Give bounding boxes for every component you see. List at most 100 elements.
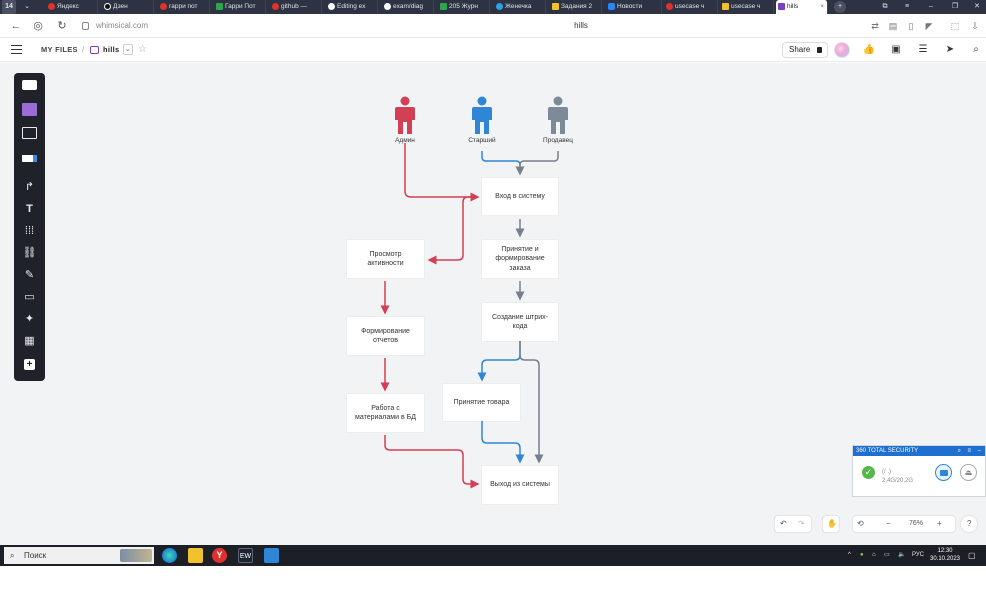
node-db-work[interactable]: Работа с материалами в БД bbox=[347, 394, 424, 432]
tab-list-icon[interactable]: ⧉ bbox=[878, 0, 892, 14]
menu-icon[interactable]: ≡ bbox=[967, 446, 971, 456]
thumbs-up-icon[interactable]: 👍 bbox=[861, 42, 877, 58]
zoom-level[interactable]: 76% bbox=[905, 516, 927, 532]
pen-icon[interactable]: ✎ bbox=[20, 267, 39, 283]
help-button[interactable]: ? bbox=[960, 515, 978, 533]
node-login[interactable]: Вход в систему bbox=[482, 178, 558, 215]
folder-icon[interactable] bbox=[935, 464, 952, 481]
node-view-activity[interactable]: Просмотр активности bbox=[347, 240, 424, 278]
shapes-icon[interactable] bbox=[20, 151, 39, 167]
edge-icon[interactable] bbox=[162, 548, 177, 563]
node-reports[interactable]: Формирование отчетов bbox=[347, 317, 424, 355]
app-icon[interactable] bbox=[264, 548, 279, 563]
actor-admin-icon[interactable] bbox=[393, 96, 417, 136]
reader-icon[interactable]: ▤ bbox=[886, 18, 900, 34]
actor-senior-icon[interactable] bbox=[470, 96, 494, 136]
board-canvas[interactable]: Админ Старший Продавец Вход в систему Пр… bbox=[0, 63, 986, 545]
text-icon[interactable]: T bbox=[20, 201, 39, 217]
search-icon[interactable]: ⌕ bbox=[958, 446, 961, 456]
eject-icon[interactable]: ⏏ bbox=[960, 464, 977, 481]
browser-tab[interactable]: usecase ч bbox=[720, 0, 774, 14]
connector bbox=[477, 341, 521, 382]
send-icon[interactable]: ➤ bbox=[942, 42, 958, 58]
tab-menu-chevron-icon[interactable]: ⌄ bbox=[20, 0, 34, 14]
back-icon[interactable]: ← bbox=[8, 18, 24, 34]
close-tab-icon[interactable]: × bbox=[820, 0, 824, 14]
tray-360-icon[interactable]: ● bbox=[860, 545, 864, 566]
browser-tab[interactable]: Женечка bbox=[494, 0, 546, 14]
text-block-icon[interactable] bbox=[20, 79, 39, 95]
browser-tab[interactable]: usecase ч bbox=[664, 0, 718, 14]
node-accept-goods[interactable]: Принятие товара bbox=[443, 384, 520, 421]
browser-tab-active[interactable]: hills × bbox=[776, 0, 828, 14]
file-explorer-icon[interactable] bbox=[188, 548, 203, 563]
link-icon[interactable]: ⛓ bbox=[20, 245, 39, 261]
url-field[interactable]: whimsical.com hills bbox=[76, 18, 866, 34]
browser-tab[interactable]: гарри пот bbox=[158, 0, 210, 14]
tab-counter[interactable]: 14 bbox=[2, 0, 16, 14]
taskbar-search[interactable]: ⌕ Поиск bbox=[4, 547, 154, 564]
node-accept-order[interactable]: Принятие и формирование заказа bbox=[482, 240, 558, 278]
browser-tab[interactable]: Дзен bbox=[102, 0, 154, 14]
tray-language[interactable]: РУС bbox=[912, 545, 924, 566]
close-window-icon[interactable]: ✕ bbox=[970, 0, 984, 14]
grid-icon[interactable]: ⁞⁞⁞ bbox=[20, 223, 39, 239]
tray-chevron-icon[interactable]: ^ bbox=[848, 545, 851, 566]
history-icon[interactable]: ⟲ bbox=[857, 516, 864, 532]
browser-tab[interactable]: Editing ex bbox=[326, 0, 378, 14]
minimize-icon[interactable]: – bbox=[924, 0, 938, 14]
zoom-out-icon[interactable]: − bbox=[886, 516, 891, 532]
board-name[interactable]: hills bbox=[103, 38, 120, 62]
search-icon[interactable]: ⌕ bbox=[968, 42, 984, 58]
new-tab-icon[interactable]: + bbox=[834, 1, 846, 13]
actor-seller-icon[interactable] bbox=[546, 96, 570, 136]
tray-volume-icon[interactable]: 🔈 bbox=[898, 545, 905, 566]
comments-icon[interactable]: ☰ bbox=[915, 42, 931, 58]
browser-tab[interactable]: 205 Журн bbox=[438, 0, 490, 14]
template-icon[interactable]: ▦ bbox=[20, 333, 39, 349]
add-more-icon[interactable]: + bbox=[20, 356, 39, 372]
section-icon[interactable]: ▭ bbox=[20, 289, 39, 305]
tray-network-icon[interactable]: ⌂ bbox=[872, 545, 876, 566]
restore-icon[interactable]: ❐ bbox=[948, 0, 962, 14]
device-frame-icon[interactable] bbox=[20, 127, 39, 143]
github-icon bbox=[328, 3, 335, 10]
hand-tool-button[interactable]: ✋ bbox=[822, 515, 840, 533]
node-logout[interactable]: Выход из системы bbox=[482, 466, 558, 504]
avatar[interactable] bbox=[834, 42, 850, 58]
shield-icon[interactable]: ◎ bbox=[30, 18, 46, 34]
browser-tab[interactable]: Яндекс bbox=[46, 0, 98, 14]
browser-tab[interactable]: github — bbox=[270, 0, 322, 14]
share-button[interactable]: Share bbox=[782, 42, 828, 58]
zoom-in-icon[interactable]: + bbox=[937, 516, 942, 532]
breadcrumb-my-files[interactable]: MY FILES bbox=[41, 38, 78, 62]
translate-icon[interactable]: ⇄ bbox=[868, 18, 882, 34]
browser-tab[interactable]: Гарри Пот bbox=[214, 0, 266, 14]
star-icon[interactable]: ☆ bbox=[138, 38, 147, 62]
browser-menu-icon[interactable]: ≡ bbox=[900, 0, 914, 14]
browser-tab[interactable]: Задания 2 bbox=[550, 0, 602, 14]
tray-clock[interactable]: 12:30 30.10.2023 bbox=[928, 547, 962, 563]
screenshot-icon[interactable]: ⬚ bbox=[948, 18, 962, 34]
notifications-icon[interactable]: ▢ bbox=[968, 545, 976, 566]
yandex-browser-icon[interactable]: Y bbox=[212, 548, 227, 563]
browser-tab[interactable]: Новости bbox=[606, 0, 662, 14]
ai-sparkle-icon[interactable]: ✦ bbox=[20, 311, 39, 327]
download-icon[interactable]: ⇩ bbox=[968, 18, 982, 34]
connector-icon[interactable]: ↱ bbox=[20, 179, 39, 195]
bookmark-icon[interactable]: ◤ bbox=[922, 18, 936, 34]
bookmarks-icon[interactable]: ▯ bbox=[904, 18, 918, 34]
ew-app-icon[interactable]: EW bbox=[238, 548, 253, 563]
hamburger-menu-icon[interactable] bbox=[11, 45, 22, 54]
minimize-icon[interactable]: – bbox=[978, 446, 981, 456]
tray-monitor-icon[interactable]: ▭ bbox=[884, 545, 890, 566]
reload-icon[interactable]: ↻ bbox=[54, 18, 70, 34]
sticky-note-icon[interactable] bbox=[20, 103, 39, 119]
birds-widget-icon[interactable] bbox=[120, 549, 152, 562]
redo-icon[interactable]: ↷ bbox=[798, 516, 805, 532]
undo-icon[interactable]: ↶ bbox=[780, 516, 787, 532]
present-icon[interactable]: ▣ bbox=[888, 42, 904, 58]
node-barcode[interactable]: Создание штрих-кода bbox=[482, 303, 558, 341]
board-menu-chevron-icon[interactable]: ⌄ bbox=[123, 44, 133, 55]
browser-tab[interactable]: exam/diag bbox=[382, 0, 434, 14]
